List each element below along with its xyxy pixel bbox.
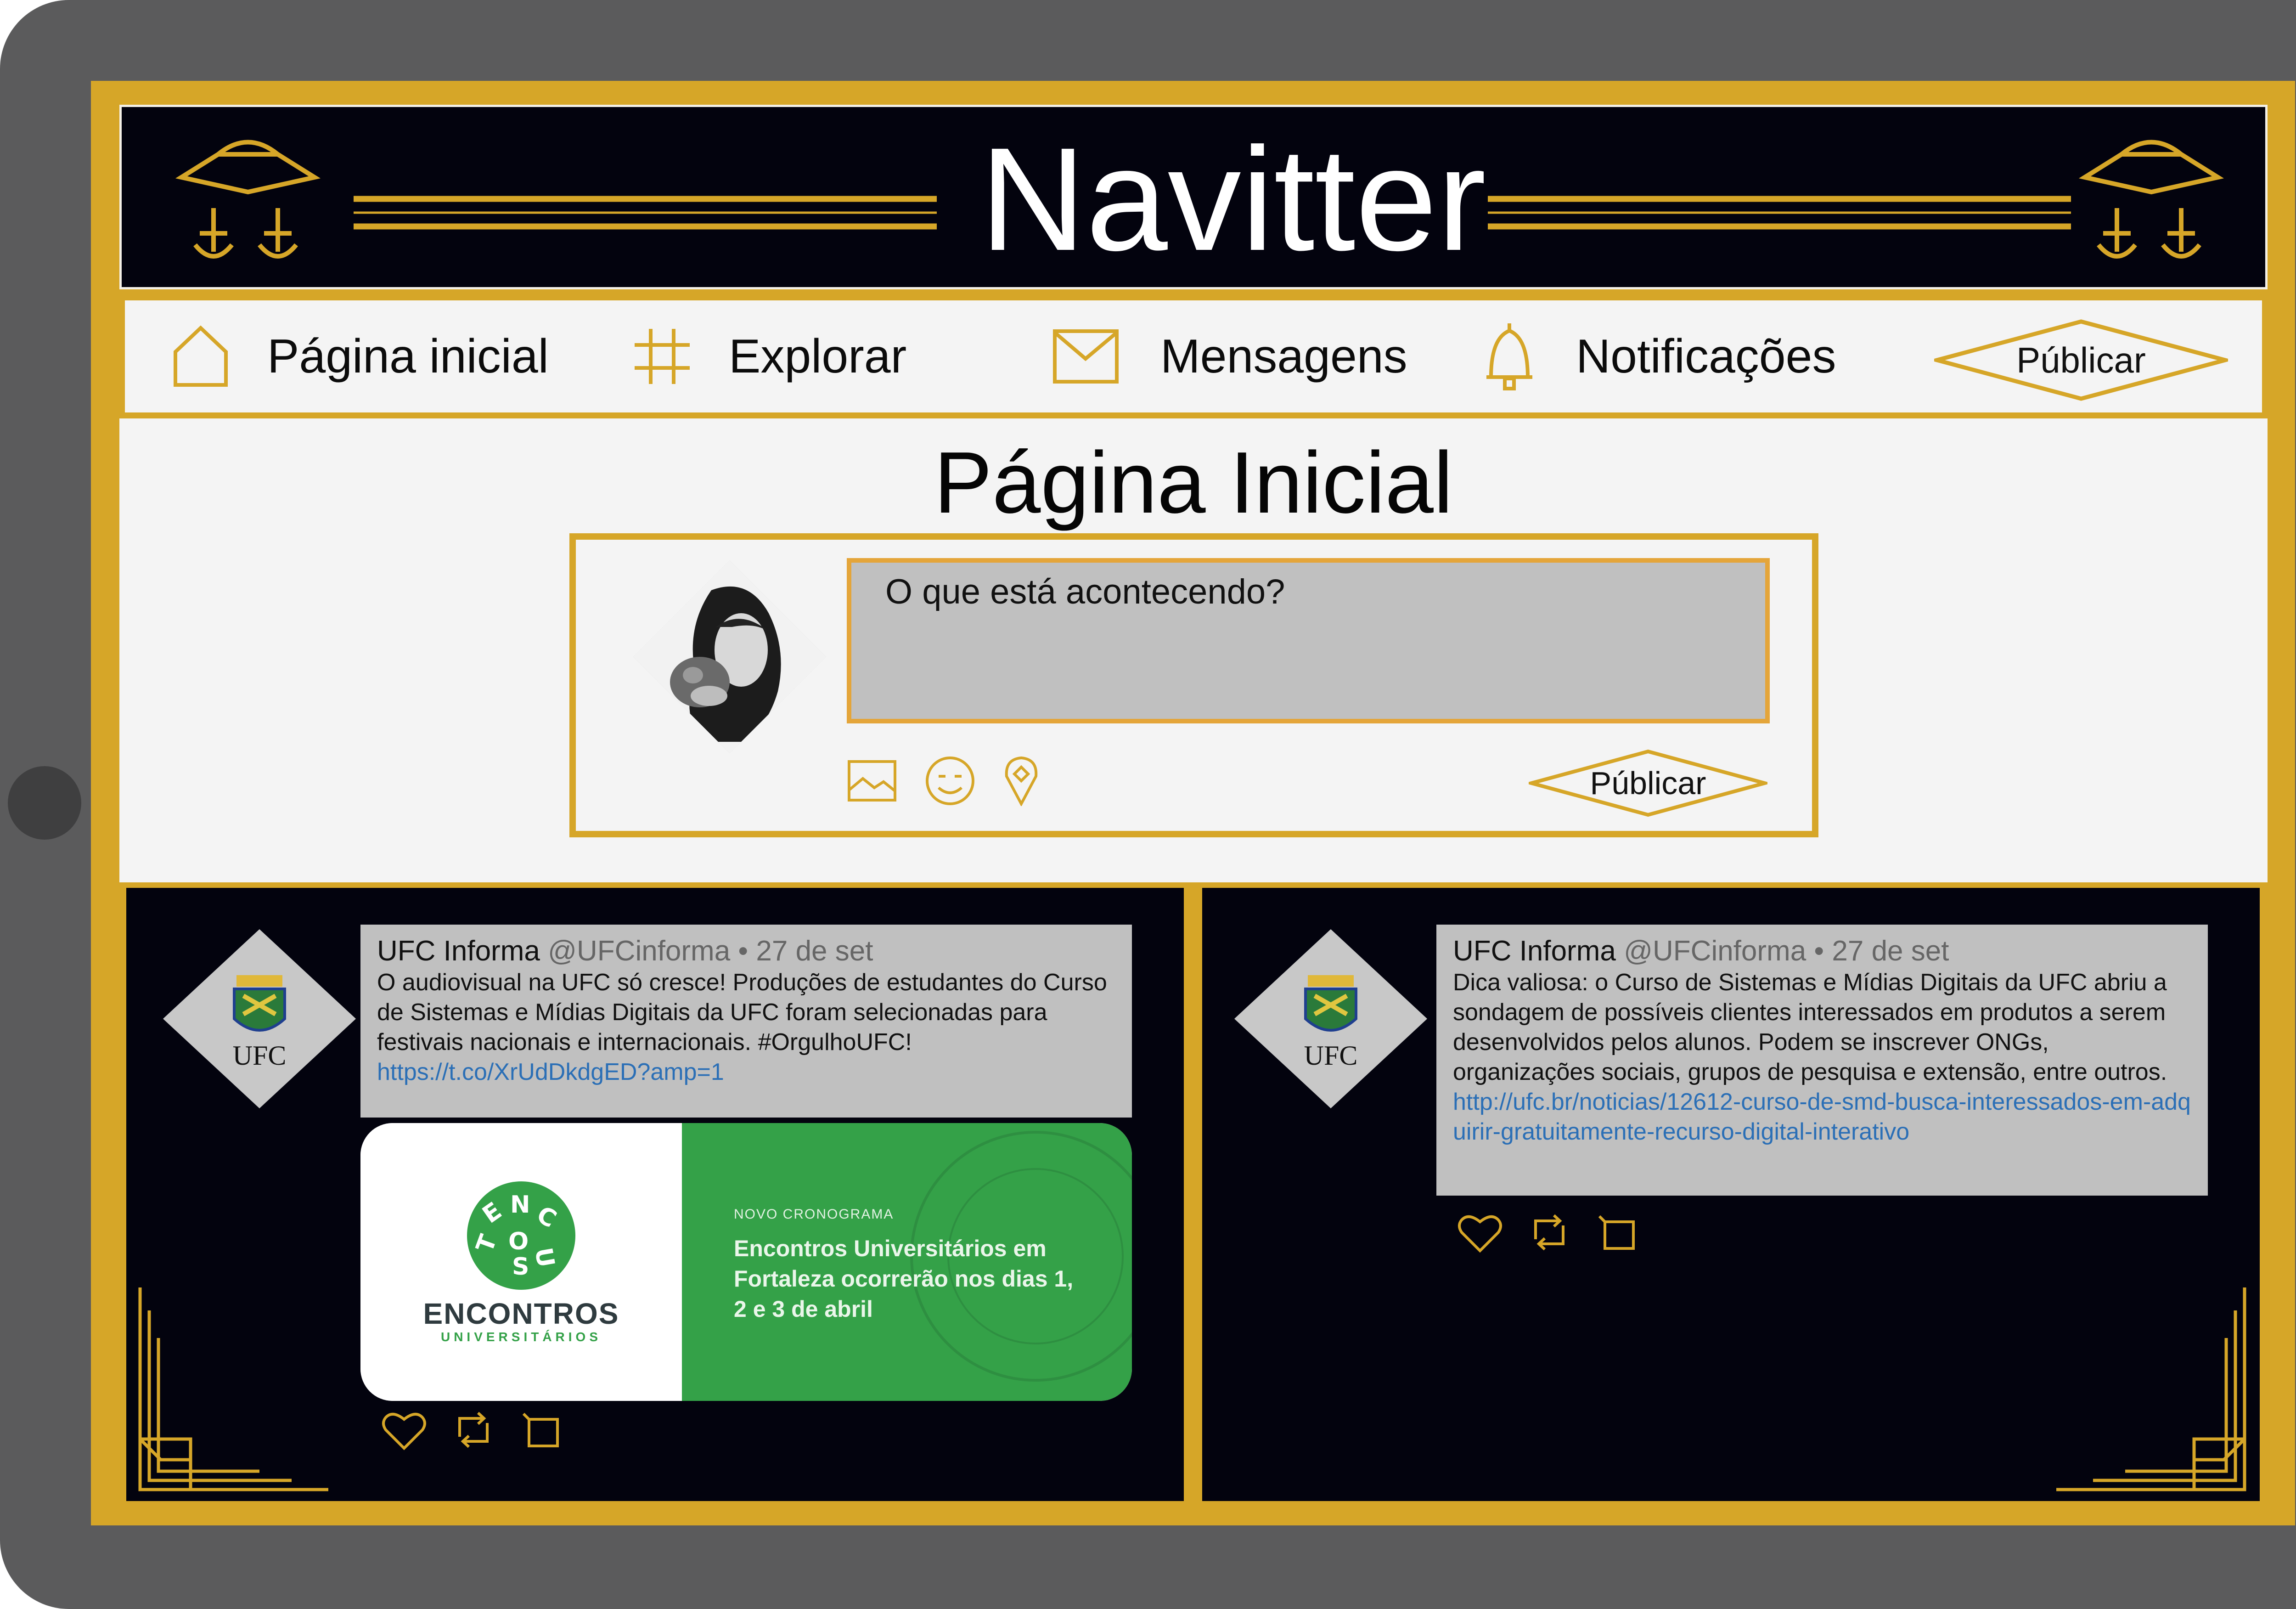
- svg-text:S: S: [512, 1253, 529, 1281]
- feed-column-left: UFC UFC Informa @UFCinforma • 27 de set …: [126, 888, 1184, 1501]
- tweet-actions: [1457, 1212, 1637, 1253]
- emoji-icon[interactable]: [925, 756, 975, 806]
- ufc-crest-icon: [233, 975, 286, 1032]
- app-screen: Navitter Página inicial Explorar Mensage…: [91, 81, 2295, 1525]
- tweet-text: O audiovisual na UFC só cresce! Produçõe…: [377, 969, 1107, 1056]
- nav-item-notifications[interactable]: Notificações: [1576, 300, 1836, 412]
- gold-corner-ornament-right: [2056, 1287, 2246, 1491]
- user-avatar[interactable]: [631, 558, 828, 756]
- tweet-media-image[interactable]: E N C U O T S ENCONTROS UNIVERSITÁRIOS N…: [360, 1123, 1132, 1401]
- nav-item-messages[interactable]: Mensagens: [1160, 300, 1407, 412]
- tweet-separator: •: [738, 935, 748, 967]
- gold-lines-right: [1488, 196, 2071, 230]
- tweet-date: 27 de set: [1832, 935, 1949, 967]
- bell-icon[interactable]: [1482, 300, 1537, 412]
- svg-text:O: O: [508, 1228, 529, 1255]
- tweet-actions: [381, 1409, 561, 1451]
- nav-publish-label: Públicar: [2016, 339, 2146, 380]
- media-kicker: NOVO CRONOGRAMA: [734, 1207, 894, 1222]
- app-logo-title: Navitter: [979, 117, 1486, 281]
- media-brand: ENCONTROS: [423, 1297, 619, 1330]
- tablet-frame: Navitter Página inicial Explorar Mensage…: [0, 0, 2296, 1609]
- media-logo-panel: E N C U O T S ENCONTROS UNIVERSITÁRIOS: [360, 1123, 682, 1401]
- gold-lines-left: [354, 196, 937, 230]
- ufo-icon-right: [2078, 140, 2224, 259]
- tweet-date: 27 de set: [756, 935, 873, 967]
- ufc-avatar[interactable]: UFC: [1232, 927, 1429, 1111]
- tweet-link[interactable]: http://ufc.br/noticias/12612-curso-de-sm…: [1453, 1087, 2191, 1147]
- compose-input[interactable]: O que está acontecendo?: [847, 558, 1770, 723]
- tweet-link[interactable]: https://t.co/XrUdDkdgED?amp=1: [377, 1057, 1115, 1087]
- tweet-composer: O que está acontecendo? Públicar: [569, 533, 1818, 837]
- app-header: Navitter: [119, 105, 2268, 289]
- nav-item-home[interactable]: Página inicial: [267, 300, 549, 412]
- media-text-panel: NOVO CRONOGRAMA Encontros Universitários…: [682, 1123, 1132, 1401]
- retweet-icon[interactable]: [1529, 1212, 1570, 1253]
- feed-column-right: UFC UFC Informa @UFCinforma • 27 de set …: [1202, 888, 2260, 1501]
- share-icon[interactable]: [520, 1409, 561, 1451]
- ufc-avatar[interactable]: UFC: [161, 927, 358, 1111]
- location-icon[interactable]: [1003, 756, 1040, 806]
- tweet-author-name[interactable]: UFC Informa: [377, 935, 540, 967]
- image-icon[interactable]: [847, 758, 897, 804]
- nav-item-explore[interactable]: Explorar: [729, 300, 906, 412]
- compose-tools: [847, 756, 1040, 806]
- tweet-handle[interactable]: @UFCinforma: [548, 935, 730, 967]
- heart-icon[interactable]: [1457, 1212, 1503, 1253]
- tweet-separator: •: [1814, 935, 1824, 967]
- share-icon[interactable]: [1596, 1212, 1637, 1253]
- encontros-logo-icon: E N C U O T S: [467, 1181, 575, 1290]
- tweet-text: Dica valiosa: o Curso de Sistemas e Mídi…: [1453, 969, 2167, 1085]
- ufc-avatar-label: UFC: [1304, 1040, 1358, 1071]
- media-headline: Encontros Universitários em Fortaleza oc…: [734, 1236, 1074, 1322]
- tweet-handle[interactable]: @UFCinforma: [1624, 935, 1806, 967]
- tablet-home-button[interactable]: [8, 766, 81, 840]
- media-brand-sub: UNIVERSITÁRIOS: [440, 1330, 602, 1344]
- tweet-author-name[interactable]: UFC Informa: [1453, 935, 1616, 967]
- composer-publish-button[interactable]: Públicar: [1529, 749, 1767, 818]
- home-icon[interactable]: [171, 300, 231, 412]
- ufc-crest-icon: [1304, 975, 1357, 1032]
- svg-text:N: N: [510, 1191, 530, 1219]
- tweet-card[interactable]: UFC Informa @UFCinforma • 27 de set O au…: [360, 925, 1132, 1118]
- composer-publish-label: Públicar: [1590, 765, 1706, 801]
- ufo-icon-left: [175, 140, 321, 259]
- page-title: Página Inicial: [934, 434, 1453, 531]
- main-nav: Página inicial Explorar Mensagens Notifi…: [125, 300, 2262, 412]
- home-panel: Página Inicial O que está acontecendo? P…: [119, 418, 2268, 882]
- hashtag-icon[interactable]: [632, 300, 692, 412]
- envelope-icon[interactable]: [1052, 300, 1119, 412]
- retweet-icon[interactable]: [453, 1409, 494, 1451]
- tweet-card[interactable]: UFC Informa @UFCinforma • 27 de set Dica…: [1436, 925, 2208, 1196]
- ufc-avatar-label: UFC: [233, 1040, 287, 1071]
- nav-publish-button[interactable]: Públicar: [1934, 319, 2228, 401]
- heart-icon[interactable]: [381, 1409, 427, 1451]
- gold-corner-ornament-left: [138, 1287, 328, 1491]
